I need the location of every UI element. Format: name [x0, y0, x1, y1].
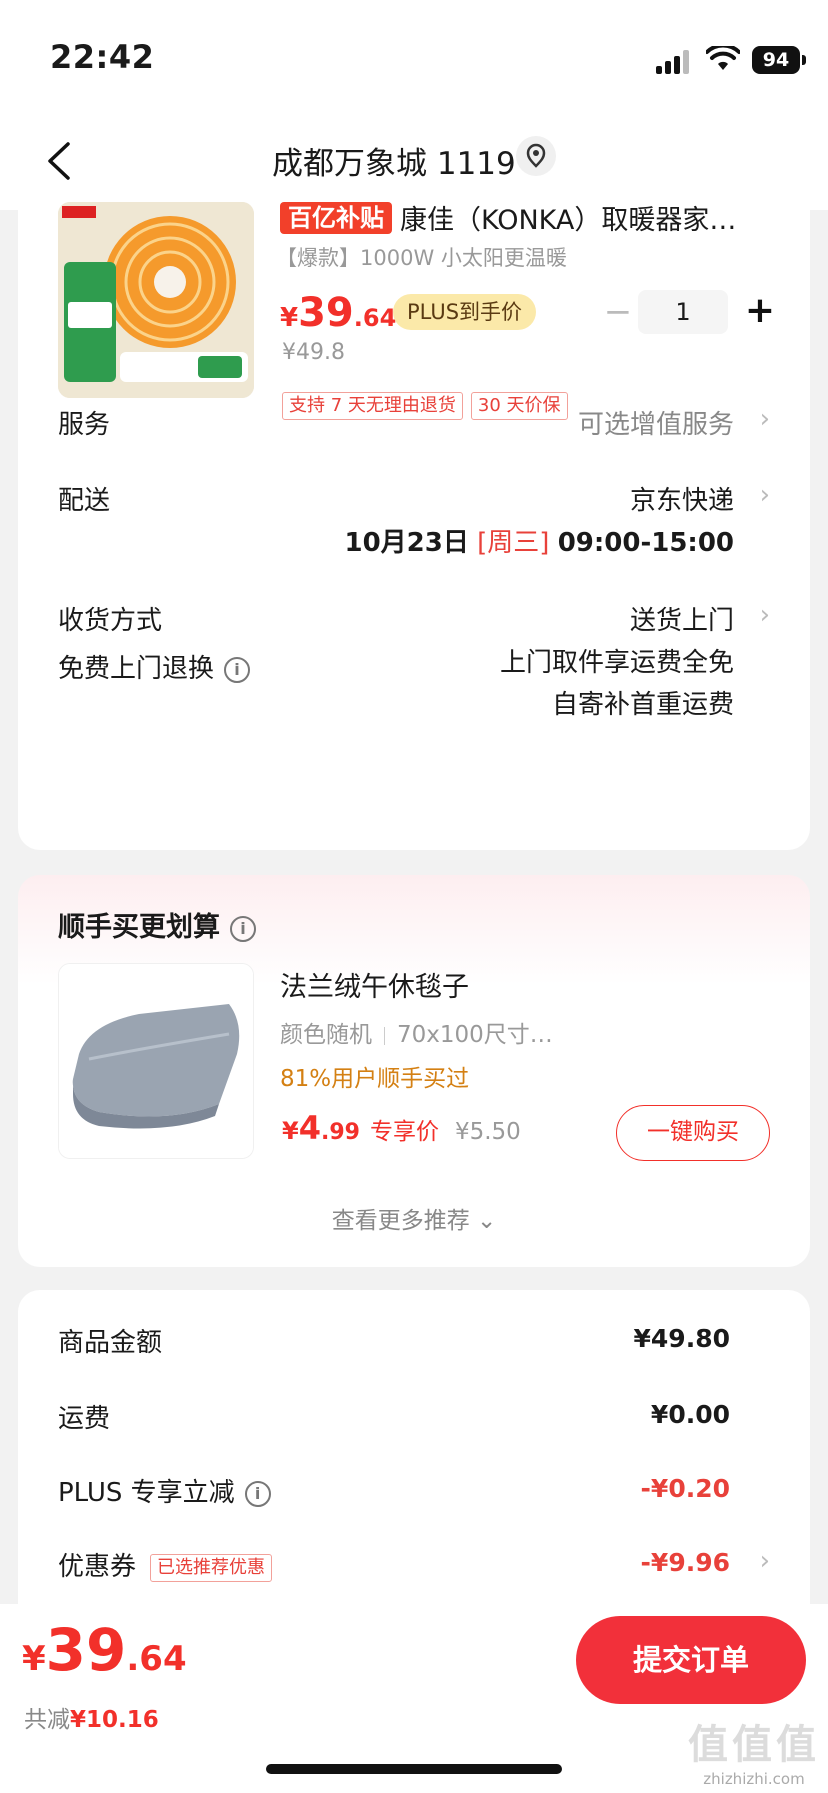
plus-discount-label: PLUS 专享立减 i: [58, 1472, 271, 1509]
price-summary-card: 商品金额 ¥49.80 运费 ¥0.00 PLUS 专享立减 i -¥0.20 优…: [18, 1290, 810, 1650]
recommend-title-text: 顺手买更划算: [58, 912, 220, 943]
recommend-product-image[interactable]: [58, 963, 254, 1159]
battery-icon: 94: [752, 46, 800, 74]
plus-discount-text: PLUS 专享立减: [58, 1478, 235, 1508]
product-title: 康佳（KONKA）取暖器家…: [400, 205, 737, 236]
goods-amount-label: 商品金额: [58, 1328, 163, 1358]
price-decimal: .99: [320, 1120, 360, 1145]
status-bar: 22:42 94: [0, 0, 828, 110]
free-return-label: 免费上门退换 i: [58, 648, 251, 685]
total-price: ¥39.64: [22, 1616, 187, 1684]
product-subtitle: 【爆款】1000W 小太阳更温暖: [276, 246, 567, 270]
delivery-date: 10月23日: [344, 528, 469, 558]
submit-order-button[interactable]: 提交订单: [576, 1616, 806, 1704]
subsidy-badge: 百亿补贴: [280, 201, 392, 234]
return-policy-tag: 支持 7 天无理由退货: [282, 392, 463, 420]
location-button[interactable]: [516, 136, 556, 176]
blanket-image: [59, 964, 253, 1158]
spec-size: 70x100尺寸…: [397, 1022, 553, 1048]
price-integer: 4: [298, 1109, 321, 1147]
checkout-bar: ¥39.64 共减¥10.16 提交订单 值值值 zhizhizhi.com: [0, 1604, 828, 1793]
quantity-decrease-button[interactable]: −: [598, 294, 638, 334]
plus-discount-value: -¥0.20: [640, 1474, 730, 1503]
price-symbol: ¥: [22, 1639, 46, 1679]
status-time: 22:42: [50, 38, 155, 76]
saved-value: ¥10.16: [70, 1707, 159, 1733]
goods-amount-value: ¥49.80: [633, 1324, 730, 1353]
receive-method-value[interactable]: 送货上门: [630, 600, 734, 637]
recommend-original-price: ¥5.50: [454, 1119, 521, 1145]
price-protect-tag: 30 天价保: [470, 392, 568, 420]
delivery-timeslot: 09:00-15:00: [557, 528, 734, 558]
price-decimal: .64: [353, 304, 397, 332]
chevron-right-icon[interactable]: ›: [760, 1546, 770, 1576]
spec-divider: [384, 1026, 385, 1045]
quantity-input[interactable]: 1: [638, 290, 728, 334]
battery-cap: [802, 55, 806, 65]
watermark: 值值值 zhizhizhi.com: [688, 1712, 820, 1788]
delivery-weekday: [周三]: [477, 528, 550, 558]
chevron-right-icon[interactable]: ›: [760, 480, 770, 510]
price-symbol: ¥: [280, 303, 299, 333]
service-tags: 支持 7 天无理由退货 30 天价保: [282, 392, 576, 420]
recommend-title: 顺手买更划算 i: [58, 905, 256, 944]
free-return-text: 免费上门退换: [58, 654, 215, 684]
home-indicator: [266, 1764, 562, 1774]
receive-method-label: 收货方式: [58, 606, 163, 636]
freight-label: 运费: [58, 1404, 111, 1434]
delivery-label: 配送: [58, 486, 111, 516]
coupon-selected-tag: 已选推荐优惠: [150, 1553, 273, 1582]
page-title: 成都万象城 1119: [272, 146, 516, 182]
price-decimal: .64: [126, 1639, 187, 1679]
signal-icon: [656, 50, 692, 74]
plus-price-badge: PLUS到手价: [393, 294, 537, 330]
recommend-product-name[interactable]: 法兰绒午休毯子: [280, 965, 469, 1004]
freight-value: ¥0.00: [650, 1400, 730, 1429]
price-symbol: ¥: [282, 1117, 299, 1145]
saved-label: 共减: [24, 1707, 70, 1733]
chevron-right-icon[interactable]: ›: [760, 600, 770, 630]
delivery-value[interactable]: 京东快递: [630, 480, 734, 517]
coupon-text: 优惠券: [58, 1552, 137, 1582]
spec-color: 颜色随机: [280, 1022, 372, 1048]
chevron-right-icon[interactable]: ›: [760, 404, 770, 434]
recommend-bought-rate: 81%用户顺手买过: [280, 1066, 470, 1092]
price-integer: 39: [45, 1616, 127, 1684]
service-label: 服务: [58, 410, 111, 440]
back-icon[interactable]: [40, 138, 80, 184]
info-icon[interactable]: i: [224, 656, 251, 683]
one-click-buy-button[interactable]: 一键购买: [616, 1105, 770, 1161]
info-icon[interactable]: i: [244, 1480, 271, 1507]
original-price: ¥49.8: [282, 340, 345, 365]
info-icon[interactable]: i: [230, 915, 256, 942]
location-icon: [526, 143, 546, 168]
watermark-logo: 值值值: [688, 1722, 820, 1768]
free-return-line1: 上门取件享运费全免: [499, 648, 734, 678]
quantity-increase-button[interactable]: +: [738, 290, 782, 334]
delivery-time[interactable]: 10月23日 [周三] 09:00-15:00: [344, 522, 734, 559]
wifi-icon: [706, 46, 740, 70]
watermark-url: zhizhizhi.com: [703, 1770, 805, 1788]
product-price: ¥39.64: [280, 290, 396, 338]
coupon-label: 优惠券 已选推荐优惠: [58, 1546, 273, 1583]
price-integer: 39: [298, 290, 354, 336]
total-saved: 共减¥10.16: [24, 1700, 159, 1734]
recommend-card: 顺手买更划算 i 法兰绒午休毯子 颜色随机 70x100尺寸… 81%用户顺手买过 …: [18, 875, 810, 1267]
order-item-card: 百亿补贴 康佳（KONKA）取暖器家… 【爆款】1000W 小太阳更温暖 ¥39.…: [18, 190, 810, 850]
product-image[interactable]: [58, 202, 254, 398]
recommend-product-spec: 颜色随机 70x100尺寸…: [280, 1015, 553, 1049]
service-value[interactable]: 可选增值服务: [578, 404, 734, 441]
product-title-row[interactable]: 百亿补贴 康佳（KONKA）取暖器家…: [280, 198, 780, 237]
exclusive-price-label: 专享价: [369, 1119, 439, 1145]
recommend-price: ¥4.99 专享价 ¥5.50: [282, 1109, 521, 1147]
free-return-line2: 自寄补首重运费: [551, 690, 734, 720]
heater-image: [58, 202, 254, 398]
more-recommend-link[interactable]: 查看更多推荐 ⌄: [18, 1201, 810, 1235]
coupon-value[interactable]: -¥9.96: [641, 1548, 730, 1577]
